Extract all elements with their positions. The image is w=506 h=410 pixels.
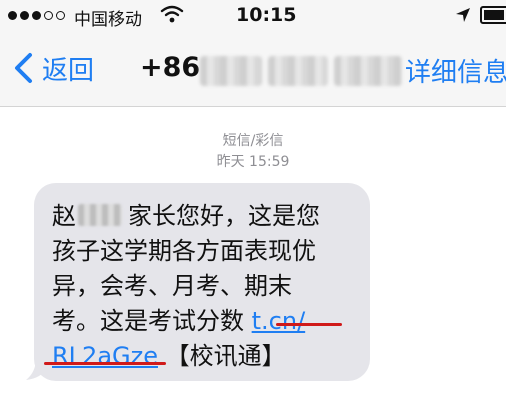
status-bar: 中国移动 10:15	[0, 0, 506, 34]
message-type-label: 短信/彩信	[222, 133, 284, 149]
battery-icon	[480, 6, 506, 24]
message-line: 孩子这学期各方面表现优	[52, 237, 316, 265]
redacted-name	[78, 204, 122, 226]
short-link-part-2[interactable]: RL2aGze	[52, 342, 158, 370]
redaction-block	[268, 56, 328, 86]
redacted-phone-number	[200, 56, 402, 86]
message-timestamp: 昨天 15:59	[216, 154, 290, 170]
redaction-block	[334, 56, 402, 86]
chevron-left-icon	[15, 53, 32, 83]
details-button[interactable]: 详细信息	[405, 52, 506, 89]
back-button[interactable]: 返回	[12, 48, 94, 88]
message-text: 考。这是考试分数	[52, 307, 252, 335]
back-button-label: 返回	[42, 55, 95, 86]
navigation-bar: 返回 +86 详细信息	[0, 34, 506, 107]
redaction-block	[200, 56, 262, 86]
carrier-name: 中国移动	[74, 10, 142, 30]
signal-dot	[32, 11, 41, 20]
red-annotation-underline	[276, 323, 342, 326]
message-line: 考。这是考试分数 t.cn/	[52, 304, 362, 339]
message-bubble: 赵 家长您好，这是您 孩子这学期各方面表现优 异，会考、月考、期末 考。这是考试分…	[34, 183, 370, 381]
red-annotation-underline	[44, 362, 166, 365]
message-line: 异，会考、月考、期末	[52, 272, 292, 300]
message-line: RL2aGze 【校讯通】	[52, 339, 362, 374]
status-time: 10:15	[236, 4, 297, 26]
message-signature: 【校讯通】	[157, 342, 286, 370]
signal-dot	[56, 11, 65, 20]
signal-dot	[8, 11, 17, 20]
message-text: 家长您好，这是您	[128, 202, 320, 230]
wifi-icon	[160, 5, 184, 23]
contact-phone-prefix: +86	[140, 52, 201, 83]
signal-dot	[20, 11, 29, 20]
location-arrow-icon	[456, 8, 470, 22]
signal-dot	[44, 11, 53, 20]
short-link-part-1[interactable]: t.cn/	[252, 307, 306, 335]
message-body: 赵 家长您好，这是您 孩子这学期各方面表现优 异，会考、月考、期末 考。这是考试分…	[52, 199, 362, 374]
signal-strength-indicator	[8, 11, 65, 20]
message-line: 赵 家长您好，这是您	[52, 199, 362, 234]
battery-level-fill	[484, 10, 504, 20]
recipient-surname: 赵	[52, 202, 76, 230]
